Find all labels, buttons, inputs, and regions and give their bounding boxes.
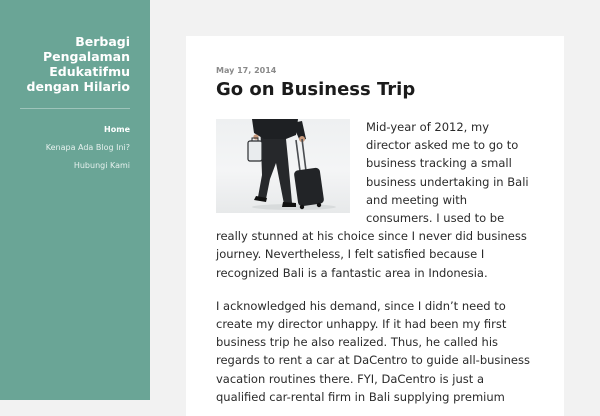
site-title: Berbagi Pengalaman Edukatifmu dengan Hil…	[20, 34, 130, 94]
post-date[interactable]: May 17, 2014	[216, 66, 534, 76]
post-body: Mid-year of 2012, my director asked me t…	[216, 118, 534, 406]
post-title[interactable]: Go on Business Trip	[216, 79, 534, 101]
sidebar-divider	[20, 108, 130, 109]
nav-item-hubungi-kami[interactable]: Hubungi Kami	[20, 157, 130, 175]
nav-item-kenapa-ada-blog-ini[interactable]: Kenapa Ada Blog Ini?	[20, 139, 130, 157]
sidebar: Berbagi Pengalaman Edukatifmu dengan Hil…	[0, 0, 150, 400]
post-paragraph: I acknowledged his demand, since I didn’…	[216, 298, 530, 404]
nav-item-home[interactable]: Home	[20, 121, 130, 139]
post-content-area: May 17, 2014 Go on Business Trip Mid-yea…	[186, 36, 564, 416]
businessman-with-suitcase-photo	[216, 119, 350, 213]
main-navigation: Home Kenapa Ada Blog Ini? Hubungi Kami	[20, 121, 130, 175]
site-title-link[interactable]: Berbagi Pengalaman Edukatifmu dengan Hil…	[27, 34, 130, 94]
